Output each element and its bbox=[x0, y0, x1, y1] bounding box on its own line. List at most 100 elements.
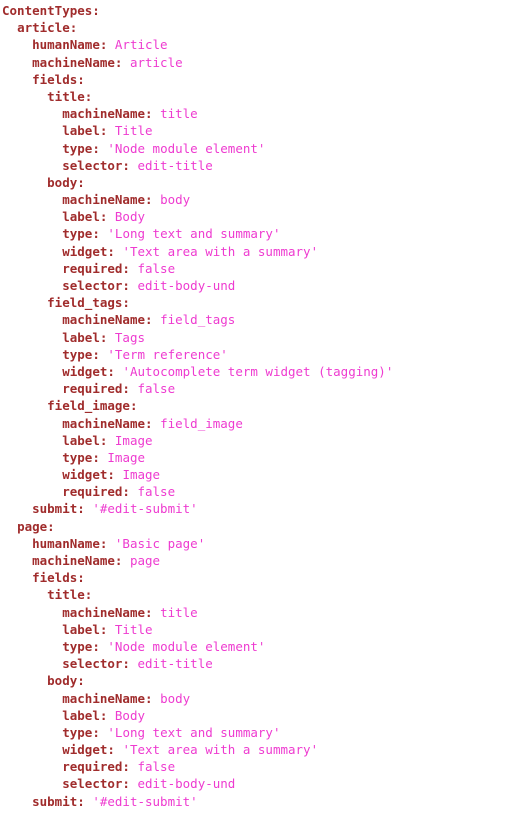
yaml-indent bbox=[2, 639, 62, 654]
yaml-key: field_image: bbox=[47, 398, 138, 414]
yaml-key: selector: bbox=[62, 656, 130, 672]
yaml-value: 'Node module element' bbox=[107, 140, 266, 156]
yaml-space bbox=[107, 123, 115, 138]
yaml-value: 'Autocomplete term widget (tagging)' bbox=[122, 363, 394, 379]
yaml-value: 'Text area with a summary' bbox=[122, 742, 319, 758]
yaml-key: article: bbox=[17, 20, 78, 36]
yaml-space bbox=[153, 192, 161, 207]
yaml-key: page: bbox=[17, 518, 55, 534]
yaml-space bbox=[153, 106, 161, 121]
yaml-indent bbox=[2, 106, 62, 121]
yaml-key: machineName: bbox=[62, 690, 153, 706]
yaml-value: Tags bbox=[114, 329, 146, 345]
yaml-line: machineName: title bbox=[2, 105, 513, 122]
yaml-indent bbox=[2, 484, 62, 499]
yaml-line: type: 'Node module element' bbox=[2, 140, 513, 157]
yaml-indent bbox=[2, 570, 32, 585]
yaml-space bbox=[153, 691, 161, 706]
yaml-value: Body bbox=[114, 707, 146, 723]
yaml-line: field_image: bbox=[2, 397, 513, 414]
yaml-value: Article bbox=[114, 37, 168, 53]
yaml-indent bbox=[2, 89, 47, 104]
yaml-line: label: Title bbox=[2, 122, 513, 139]
yaml-key: submit: bbox=[32, 501, 85, 517]
yaml-line: type: Image bbox=[2, 449, 513, 466]
yaml-key: machineName: bbox=[62, 312, 153, 328]
yaml-key: label: bbox=[62, 209, 108, 225]
yaml-line: machineName: article bbox=[2, 54, 513, 71]
yaml-space bbox=[122, 553, 130, 568]
yaml-indent bbox=[2, 192, 62, 207]
yaml-space bbox=[107, 37, 115, 52]
yaml-value: title bbox=[160, 604, 198, 620]
yaml-key: body: bbox=[47, 673, 85, 689]
yaml-key: field_tags: bbox=[47, 295, 130, 311]
yaml-key: widget: bbox=[62, 467, 115, 483]
yaml-space bbox=[107, 209, 115, 224]
yaml-key: required: bbox=[62, 484, 130, 500]
yaml-value: title bbox=[160, 106, 198, 122]
yaml-key: type: bbox=[62, 346, 100, 362]
yaml-key: title: bbox=[47, 587, 93, 603]
yaml-indent bbox=[2, 776, 62, 791]
yaml-value: field_image bbox=[160, 415, 243, 431]
yaml-line: label: Body bbox=[2, 707, 513, 724]
yaml-line: ContentTypes: bbox=[2, 2, 513, 19]
yaml-value: page bbox=[129, 553, 161, 568]
yaml-key: type: bbox=[62, 724, 100, 740]
yaml-value: Title bbox=[114, 621, 153, 637]
yaml-key: title: bbox=[47, 88, 93, 104]
yaml-line: label: Image bbox=[2, 432, 513, 449]
yaml-value: body bbox=[160, 690, 191, 706]
yaml-value: 'Long text and summary' bbox=[107, 724, 281, 740]
yaml-line: required: false bbox=[2, 260, 513, 277]
yaml-indent bbox=[2, 450, 62, 465]
yaml-line: fields: bbox=[2, 569, 513, 586]
yaml-key: fields: bbox=[32, 71, 85, 87]
yaml-line: machineName: field_tags bbox=[2, 311, 513, 328]
yaml-key: ContentTypes: bbox=[2, 3, 100, 18]
yaml-line: machineName: body bbox=[2, 191, 513, 208]
yaml-space bbox=[153, 416, 161, 431]
yaml-key: machineName: bbox=[62, 415, 153, 431]
yaml-space bbox=[107, 433, 115, 448]
yaml-key: machineName: bbox=[62, 604, 153, 620]
yaml-line: type: 'Term reference' bbox=[2, 346, 513, 363]
yaml-key: required: bbox=[62, 759, 130, 775]
yaml-indent bbox=[2, 467, 62, 482]
yaml-space bbox=[107, 622, 115, 637]
yaml-key: machineName: bbox=[32, 54, 123, 70]
yaml-line: label: Body bbox=[2, 208, 513, 225]
yaml-key: selector: bbox=[62, 776, 130, 792]
yaml-space bbox=[107, 536, 115, 551]
yaml-document: ContentTypes: article: humanName: Articl… bbox=[0, 0, 513, 810]
yaml-indent bbox=[2, 123, 62, 138]
yaml-indent bbox=[2, 312, 62, 327]
yaml-line: selector: edit-body-und bbox=[2, 277, 513, 294]
yaml-key: required: bbox=[62, 381, 130, 397]
yaml-value: '#edit-submit' bbox=[92, 501, 198, 517]
yaml-indent bbox=[2, 72, 32, 87]
yaml-value: Title bbox=[114, 123, 153, 139]
yaml-key: label: bbox=[62, 432, 108, 448]
yaml-line: selector: edit-title bbox=[2, 655, 513, 672]
yaml-line: widget: 'Text area with a summary' bbox=[2, 243, 513, 260]
yaml-key: type: bbox=[62, 140, 100, 156]
yaml-indent bbox=[2, 725, 62, 740]
yaml-line: field_tags: bbox=[2, 294, 513, 311]
yaml-line: submit: '#edit-submit' bbox=[2, 793, 513, 810]
yaml-indent bbox=[2, 519, 17, 534]
yaml-indent bbox=[2, 330, 62, 345]
yaml-line: required: false bbox=[2, 758, 513, 775]
yaml-line: widget: 'Text area with a summary' bbox=[2, 741, 513, 758]
yaml-indent bbox=[2, 759, 62, 774]
yaml-indent bbox=[2, 622, 62, 637]
yaml-key: required: bbox=[62, 260, 130, 276]
yaml-key: type: bbox=[62, 449, 100, 465]
yaml-value: Image bbox=[122, 467, 161, 483]
yaml-value: edit-body-und bbox=[137, 278, 236, 293]
yaml-space bbox=[122, 55, 130, 70]
yaml-line: type: 'Node module element' bbox=[2, 638, 513, 655]
yaml-line: label: Tags bbox=[2, 329, 513, 346]
yaml-line: submit: '#edit-submit' bbox=[2, 500, 513, 517]
